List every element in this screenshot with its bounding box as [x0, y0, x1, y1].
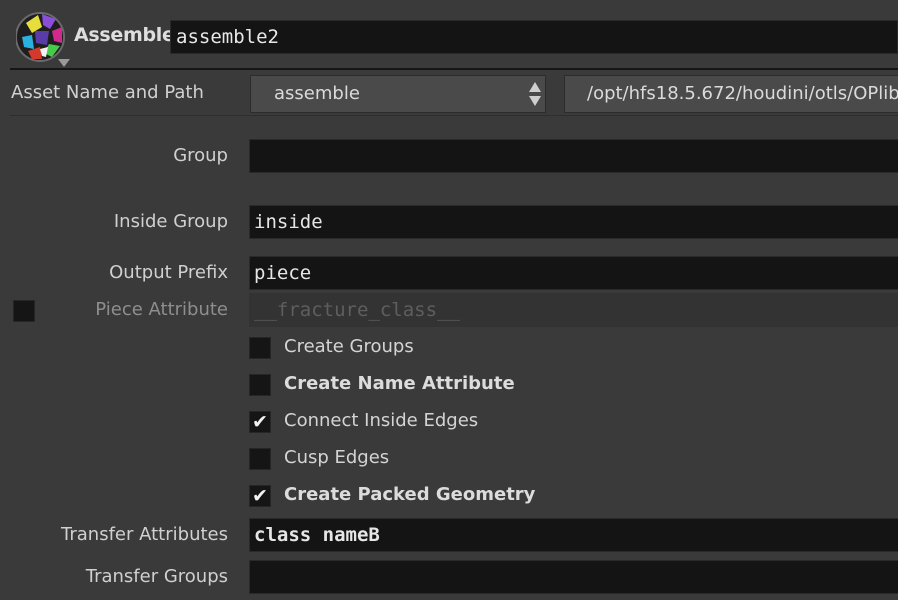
create-name-attribute-label: Create Name Attribute — [284, 373, 515, 394]
node-name-input[interactable] — [170, 20, 898, 54]
piece-attribute-toggle[interactable] — [13, 300, 35, 322]
create-name-attribute-checkbox[interactable] — [249, 374, 271, 396]
asset-name-value: assemble — [274, 83, 360, 104]
piece-attribute-label: Piece Attribute — [95, 299, 228, 320]
assemble-node-icon[interactable] — [16, 9, 70, 67]
asset-name-path-label: Asset Name and Path — [11, 82, 204, 103]
group-input[interactable] — [249, 139, 898, 173]
checkmark-icon: ✔ — [252, 485, 268, 507]
connect-inside-edges-checkbox[interactable]: ✔ — [249, 411, 271, 433]
transfer-attributes-input[interactable] — [249, 518, 898, 552]
header-divider — [10, 68, 898, 70]
create-packed-geometry-label: Create Packed Geometry — [284, 484, 536, 505]
connect-inside-edges-label: Connect Inside Edges — [284, 410, 479, 431]
create-groups-label: Create Groups — [284, 336, 414, 357]
group-label: Group — [173, 145, 228, 166]
output-prefix-input[interactable] — [249, 256, 898, 290]
cusp-edges-checkbox[interactable] — [249, 448, 271, 470]
transfer-groups-input[interactable] — [249, 560, 898, 594]
create-groups-checkbox[interactable] — [249, 337, 271, 359]
piece-attribute-input[interactable] — [249, 293, 898, 327]
transfer-attributes-label: Transfer Attributes — [61, 524, 228, 545]
node-type-label: Assemble — [74, 24, 175, 46]
parameter-header: Assemble — [0, 0, 898, 70]
checkmark-icon: ✔ — [252, 411, 268, 433]
asset-path-field[interactable]: /opt/hfs18.5.672/houdini/otls/OPlib — [564, 75, 898, 113]
up-down-arrows-icon[interactable] — [528, 80, 542, 108]
section-divider — [10, 115, 898, 116]
cusp-edges-label: Cusp Edges — [284, 447, 390, 468]
inside-group-input[interactable] — [249, 205, 898, 239]
output-prefix-label: Output Prefix — [109, 262, 228, 283]
create-packed-geometry-checkbox[interactable]: ✔ — [249, 485, 271, 507]
asset-name-select[interactable]: assemble — [250, 75, 546, 113]
transfer-groups-label: Transfer Groups — [85, 566, 228, 587]
inside-group-label: Inside Group — [113, 211, 228, 232]
